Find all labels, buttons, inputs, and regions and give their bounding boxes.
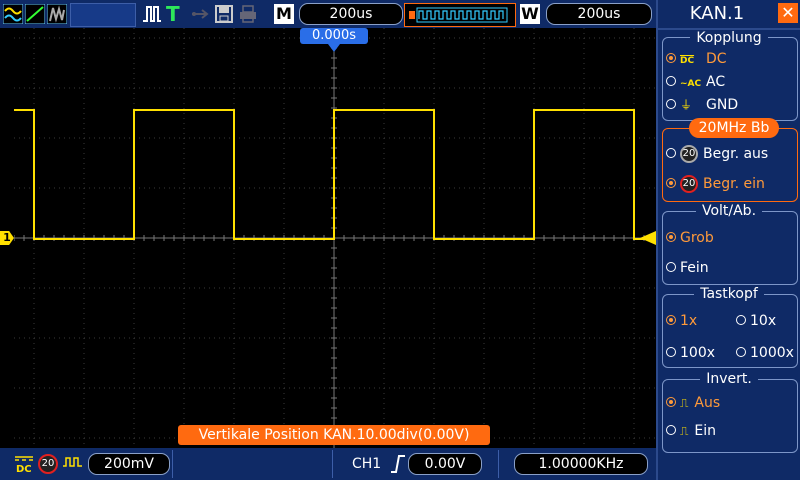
status-blank-field: [70, 3, 136, 27]
trigger-position-readout[interactable]: 0.000s: [300, 28, 368, 44]
divider: [332, 450, 333, 478]
trigger-level-marker[interactable]: [640, 231, 656, 245]
bottom-status-bar: DC 20 200mV CH1 0.00V 1.00000KHz: [0, 448, 656, 480]
invert-title: Invert.: [658, 371, 800, 387]
memory-waveform-preview: [409, 7, 508, 23]
status-message: Vertikale Position KAN.10.00div(0.00V): [178, 425, 490, 445]
usb-icon: [192, 9, 209, 19]
volts-div-option-fine[interactable]: Fein: [666, 259, 709, 277]
close-icon[interactable]: ✕: [778, 3, 798, 23]
bandwidth-limit-badge: 20: [38, 454, 58, 474]
save-icon[interactable]: [214, 4, 234, 24]
main-timebase-label: M: [274, 4, 294, 24]
pulse-trigger-icon[interactable]: [142, 4, 162, 24]
invert-section: [662, 379, 798, 453]
ground-icon: ⏚: [680, 98, 693, 112]
bandwidth-20-icon: 20: [680, 175, 698, 193]
trigger-level-value[interactable]: 0.00V: [408, 453, 482, 475]
channel-menu-panel: KAN.1 ✕ Kopplung DC DC ~AC AC ⏚ GND 20 Begr.…: [656, 0, 800, 480]
window-timebase-label: W: [520, 4, 540, 24]
memory-window-view[interactable]: [404, 3, 516, 27]
volts-div-title: Volt/Ab.: [658, 203, 800, 219]
divider: [498, 450, 499, 478]
panel-header: KAN.1 ✕: [658, 0, 800, 30]
printer-icon[interactable]: [238, 4, 258, 24]
probe-option-1x[interactable]: 1x: [666, 312, 697, 330]
divider: [172, 450, 173, 478]
persistence-icon[interactable]: [47, 4, 67, 24]
frequency-counter: 1.00000KHz: [514, 453, 648, 475]
volts-div-option-coarse[interactable]: Grob: [666, 229, 714, 247]
invert-off-icon: ⎍: [680, 396, 689, 410]
bandwidth-20-icon: 20: [680, 145, 698, 163]
rising-edge-icon: [391, 455, 405, 473]
bandwidth-option-off[interactable]: 20 Begr. aus: [666, 145, 768, 163]
trigger-position-arrow-icon: [328, 44, 340, 52]
volts-per-div-value[interactable]: 200mV: [88, 453, 170, 475]
bandwidth-option-on[interactable]: 20 Begr. ein: [666, 175, 765, 193]
graticule: [13, 27, 656, 448]
waveform-screen[interactable]: [13, 27, 656, 448]
invert-off-icon: [63, 457, 82, 467]
dc-coupling-icon: DC: [15, 456, 33, 474]
probe-option-10x[interactable]: 10x: [736, 312, 776, 330]
panel-title: KAN.1: [689, 3, 745, 24]
ac-icon: ~AC: [680, 79, 702, 89]
channel1-waveform-trace: [14, 109, 656, 240]
coupling-option-dc[interactable]: DC DC: [666, 50, 727, 70]
top-toolbar: T M 200us W 200us: [0, 0, 656, 28]
probe-option-1000x[interactable]: 1000x: [736, 344, 794, 362]
invert-on-icon: ⎍: [680, 424, 689, 438]
trigger-source[interactable]: CH1: [352, 455, 381, 473]
bandwidth-title: 20MHz Bb: [689, 118, 779, 138]
window-timebase-value[interactable]: 200us: [546, 3, 652, 25]
probe-title: Tastkopf: [658, 286, 800, 302]
coupling-option-ac[interactable]: ~AC AC: [666, 73, 725, 93]
probe-option-100x[interactable]: 100x: [666, 344, 715, 362]
dc-icon: DC: [680, 56, 695, 66]
svg-text:DC: DC: [16, 464, 32, 474]
coupling-title: Kopplung: [658, 30, 800, 46]
main-timebase-value[interactable]: 200us: [299, 3, 403, 25]
channel1-ground-marker[interactable]: 1: [0, 231, 14, 245]
invert-option-off[interactable]: ⎍ Aus: [666, 394, 720, 412]
waveform-display-icon[interactable]: [3, 4, 23, 24]
trigged-status-icon: T: [166, 2, 180, 26]
coupling-option-gnd[interactable]: ⏚ GND: [666, 96, 738, 114]
invert-option-on[interactable]: ⎍ Ein: [666, 422, 716, 440]
ramp-icon[interactable]: [25, 4, 45, 24]
